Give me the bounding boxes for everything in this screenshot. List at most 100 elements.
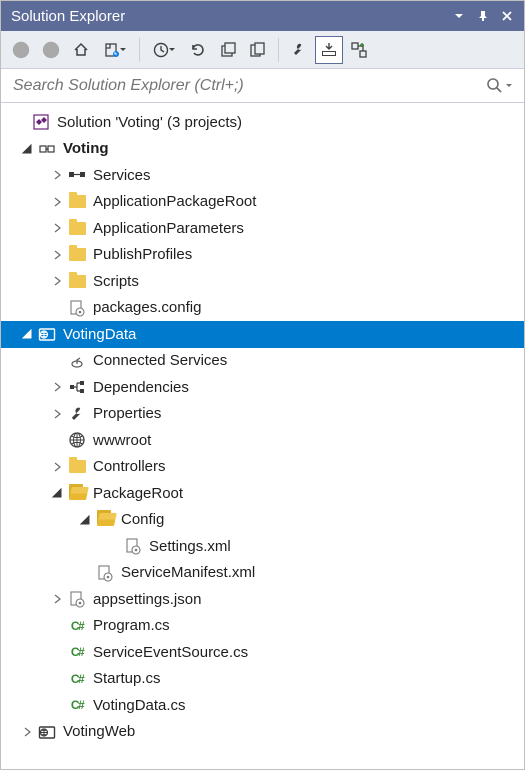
item-label: Config — [121, 511, 164, 528]
blank-twisty — [49, 671, 65, 687]
item-label: ServiceManifest.xml — [121, 564, 255, 581]
expand-toggle[interactable] — [49, 167, 65, 183]
blank-twisty — [49, 432, 65, 448]
expand-toggle[interactable] — [49, 379, 65, 395]
dependencies-icon — [67, 377, 87, 397]
tree-item-packages-config[interactable]: packages.config — [1, 295, 524, 322]
item-label: Connected Services — [93, 352, 227, 369]
tree-item-connected-services[interactable]: Connected Services — [1, 348, 524, 375]
tree-item-appsettings[interactable]: appsettings.json — [1, 586, 524, 613]
expand-toggle[interactable] — [49, 273, 65, 289]
expand-toggle[interactable] — [49, 247, 65, 263]
item-label: ApplicationPackageRoot — [93, 193, 256, 210]
project-label: Voting — [63, 140, 109, 157]
csharp-file-icon: C# — [67, 695, 87, 715]
tree-item-votingdata-cs[interactable]: C# VotingData.cs — [1, 692, 524, 719]
csharp-file-icon: C# — [67, 616, 87, 636]
item-label: Settings.xml — [149, 538, 231, 555]
csharp-file-icon: C# — [67, 669, 87, 689]
tree-item-services[interactable]: Services — [1, 162, 524, 189]
item-label: Controllers — [93, 458, 166, 475]
item-label: appsettings.json — [93, 591, 201, 608]
properties-button[interactable] — [285, 36, 313, 64]
folder-icon — [67, 218, 87, 238]
services-icon — [67, 165, 87, 185]
tree-item-dependencies[interactable]: Dependencies — [1, 374, 524, 401]
item-label: PublishProfiles — [93, 246, 192, 263]
folder-icon — [67, 192, 87, 212]
project-votingdata[interactable]: VotingData — [1, 321, 524, 348]
show-all-files-button[interactable] — [244, 36, 272, 64]
blank-twisty — [13, 114, 29, 130]
project-voting[interactable]: Voting — [1, 136, 524, 163]
item-label: ServiceEventSource.cs — [93, 644, 248, 661]
nav-forward-button[interactable] — [37, 36, 65, 64]
pin-button[interactable] — [472, 5, 494, 27]
tree-item-scripts[interactable]: Scripts — [1, 268, 524, 295]
tree-item-config[interactable]: Config — [1, 507, 524, 534]
json-file-icon — [67, 589, 87, 609]
connected-services-icon — [67, 351, 87, 371]
tree-item-startup-cs[interactable]: C# Startup.cs — [1, 666, 524, 693]
pending-changes-button[interactable] — [146, 36, 182, 64]
folder-icon — [67, 271, 87, 291]
tree-item-settings-xml[interactable]: Settings.xml — [1, 533, 524, 560]
folder-open-icon — [67, 483, 87, 503]
collapse-all-button[interactable] — [214, 36, 242, 64]
blank-twisty — [49, 697, 65, 713]
expand-toggle[interactable] — [77, 512, 93, 528]
tree-item-service-manifest[interactable]: ServiceManifest.xml — [1, 560, 524, 587]
tree-item-controllers[interactable]: Controllers — [1, 454, 524, 481]
blank-twisty — [49, 644, 65, 660]
tree-item-program-cs[interactable]: C# Program.cs — [1, 613, 524, 640]
close-button[interactable] — [496, 5, 518, 27]
tree-item-packageroot[interactable]: PackageRoot — [1, 480, 524, 507]
titlebar: Solution Explorer — [1, 1, 524, 31]
folder-icon — [67, 457, 87, 477]
window-menu-button[interactable] — [448, 5, 470, 27]
item-label: wwwroot — [93, 432, 151, 449]
item-label: Services — [93, 167, 151, 184]
expand-toggle[interactable] — [19, 326, 35, 342]
view-class-diagram-button[interactable] — [345, 36, 373, 64]
toolbar-separator — [278, 38, 279, 62]
tree-item-app-parameters[interactable]: ApplicationParameters — [1, 215, 524, 242]
search-bar — [1, 69, 524, 103]
blank-twisty — [49, 353, 65, 369]
home-button[interactable] — [67, 36, 95, 64]
expand-toggle[interactable] — [49, 591, 65, 607]
refresh-button[interactable] — [184, 36, 212, 64]
globe-icon — [67, 430, 87, 450]
expand-toggle[interactable] — [49, 406, 65, 422]
expand-toggle[interactable] — [19, 724, 35, 740]
nav-back-button[interactable] — [7, 36, 35, 64]
panel-title: Solution Explorer — [11, 8, 448, 25]
tree-item-wwwroot[interactable]: wwwroot — [1, 427, 524, 454]
expand-toggle[interactable] — [19, 141, 35, 157]
search-input[interactable] — [11, 76, 486, 96]
project-votingweb[interactable]: VotingWeb — [1, 719, 524, 746]
search-button[interactable] — [486, 77, 514, 95]
project-label: VotingWeb — [63, 723, 135, 740]
folder-icon — [67, 245, 87, 265]
toolbar — [1, 31, 524, 69]
expand-toggle[interactable] — [49, 220, 65, 236]
blank-twisty — [105, 538, 121, 554]
tree-item-publish-profiles[interactable]: PublishProfiles — [1, 242, 524, 269]
preview-selected-button[interactable] — [315, 36, 343, 64]
expand-toggle[interactable] — [49, 459, 65, 475]
solution-node[interactable]: Solution 'Voting' (3 projects) — [1, 109, 524, 136]
web-project-icon — [37, 722, 57, 742]
solution-icon — [31, 112, 51, 132]
sync-active-document-button[interactable] — [97, 36, 133, 64]
service-fabric-project-icon — [37, 139, 57, 159]
xml-file-icon — [95, 563, 115, 583]
xml-file-icon — [123, 536, 143, 556]
item-label: ApplicationParameters — [93, 220, 244, 237]
item-label: Program.cs — [93, 617, 170, 634]
tree-item-properties[interactable]: Properties — [1, 401, 524, 428]
tree-item-serviceeventsource-cs[interactable]: C# ServiceEventSource.cs — [1, 639, 524, 666]
expand-toggle[interactable] — [49, 194, 65, 210]
tree-item-app-package-root[interactable]: ApplicationPackageRoot — [1, 189, 524, 216]
expand-toggle[interactable] — [49, 485, 65, 501]
